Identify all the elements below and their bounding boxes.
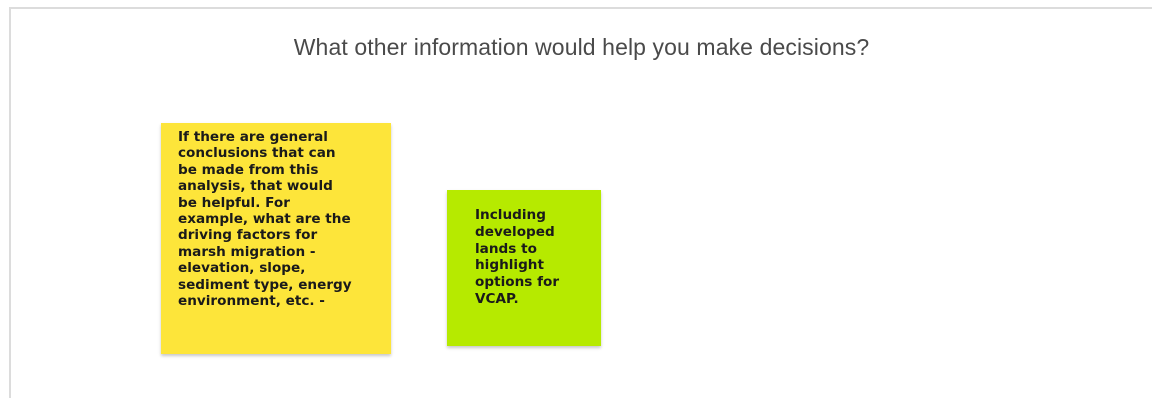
frame-title: What other information would help you ma… [293,34,870,60]
sticky-note-yellow[interactable]: If there are general conclusions that ca… [161,123,391,354]
whiteboard-frame: What other information would help you ma… [9,7,1152,398]
sticky-note-green[interactable]: Including developed lands to highlight o… [447,190,601,346]
